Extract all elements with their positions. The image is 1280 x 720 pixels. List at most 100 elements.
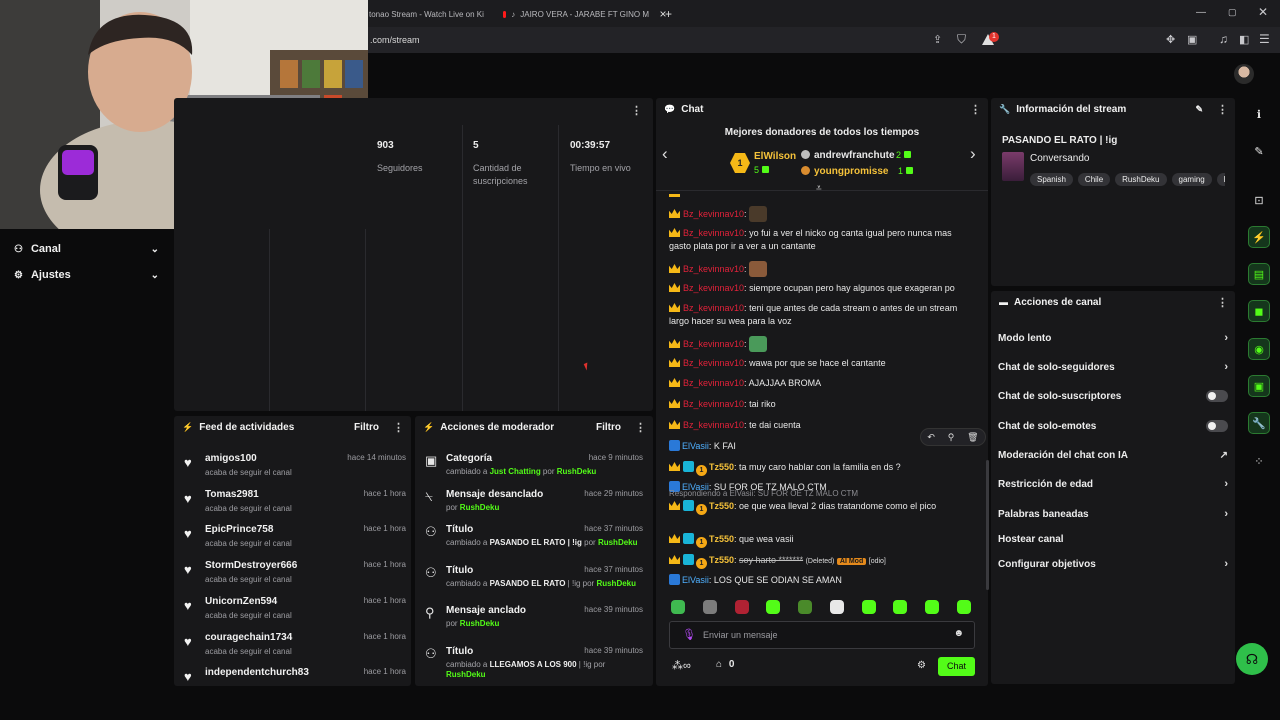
follower-name[interactable]: amigos100	[205, 453, 257, 464]
add-widget-icon[interactable]: ⁘	[1248, 450, 1270, 472]
chat-username[interactable]: Bz_kevinnav10	[683, 228, 744, 238]
follower-name[interactable]: Tomas2981	[205, 489, 259, 500]
chat-username[interactable]: Bz_kevinnav10	[683, 378, 744, 388]
chat-message[interactable]: Bz_kevinnav10: wawa por que se hace el c…	[669, 357, 969, 370]
chat-username[interactable]: Bz_kevinnav10	[683, 303, 744, 313]
chat-message[interactable]: Bz_kevinnav10:	[669, 336, 969, 352]
chat-message[interactable]: 1 Tz550: soy harto ******* (Deleted) AI M…	[669, 554, 969, 569]
chat-username[interactable]: Bz_kevinnav10	[683, 399, 744, 409]
avatar[interactable]	[1234, 64, 1254, 84]
more-options-icon[interactable]: ⋮	[1217, 103, 1228, 116]
chat-message[interactable]: Bz_kevinnav10: AJAJJAA BROMA	[669, 377, 969, 390]
more-options-icon[interactable]: ⋮	[393, 421, 404, 434]
send-chat-button[interactable]: Chat	[938, 657, 975, 676]
moderator-name[interactable]: RushDeku	[460, 619, 500, 628]
sidebar-item-ajustes[interactable]: ⚙ Ajustes ⌄	[14, 266, 159, 284]
channel-action-item[interactable]: Hostear canal	[998, 531, 1228, 547]
chevron-right-icon[interactable]: ›	[970, 144, 976, 164]
pencil-icon[interactable]: ✎	[1195, 104, 1203, 115]
chat-username[interactable]: ElVasii	[682, 441, 709, 451]
emoji-icon[interactable]: ☻	[953, 628, 964, 639]
channel-action-item[interactable]: Modo lento ›	[998, 330, 1228, 346]
dashboard-icon[interactable]: ▣	[1248, 375, 1270, 397]
url-input[interactable]: .com/stream	[370, 35, 420, 45]
chat-username[interactable]: Tz550	[709, 462, 734, 472]
chat-message[interactable]: Bz_kevinnav10: tai riko	[669, 398, 969, 411]
stream-tag[interactable]: RushDeku	[1115, 173, 1167, 186]
wallet-icon[interactable]: ▣	[1187, 33, 1197, 46]
close-window-icon[interactable]: ✕	[1258, 5, 1268, 19]
trash-icon[interactable]: 🗑	[967, 432, 978, 443]
minimize-icon[interactable]: —	[1196, 7, 1206, 18]
pencil-icon[interactable]: ✎	[1248, 140, 1270, 162]
chat-message[interactable]: Bz_kevinnav10: yo fui a ver el nicko og …	[669, 227, 969, 253]
share-icon[interactable]: ⇪	[933, 33, 942, 46]
wrench-icon[interactable]: 🔧	[1248, 412, 1270, 434]
pin-icon[interactable]: ⚲	[948, 432, 955, 443]
more-options-icon[interactable]: ⋮	[635, 421, 646, 434]
menu-icon[interactable]: ☰	[1259, 32, 1270, 46]
browser-tab-stream[interactable]: tonao Stream - Watch Live on Ki	[369, 4, 487, 24]
infinity-icon[interactable]: ⁂∞	[672, 659, 691, 672]
emote-option[interactable]	[861, 600, 876, 614]
chat-message[interactable]: 1 Tz550: que wea vasii	[669, 533, 969, 548]
chat-message[interactable]: Bz_kevinnav10: teni que antes de cada st…	[669, 302, 969, 328]
rewards-icon[interactable]: 1	[981, 32, 999, 48]
channel-action-item[interactable]: Moderación del chat con IA ↗	[998, 447, 1228, 463]
emote-option[interactable]	[956, 600, 971, 614]
stream-tag[interactable]: ki	[1216, 173, 1225, 186]
brave-shield-icon[interactable]: ⛉	[957, 32, 966, 47]
chat-input[interactable]: 🎙 Enviar un mensaje ☻	[669, 621, 975, 649]
support-chat-icon[interactable]: ☊	[1236, 643, 1268, 675]
emote-option[interactable]	[766, 600, 781, 614]
moderator-name[interactable]: RushDeku	[557, 467, 597, 476]
chat-username[interactable]: Bz_kevinnav10	[683, 420, 744, 430]
follower-name[interactable]: independentchurch83	[205, 667, 309, 678]
chevron-left-icon[interactable]: ‹	[662, 144, 668, 164]
stream-tag[interactable]: gaming	[1171, 173, 1212, 186]
focus-icon[interactable]: ⊡	[1248, 189, 1270, 211]
channel-action-item[interactable]: Chat de solo-seguidores ›	[998, 359, 1228, 375]
emote-option[interactable]	[798, 600, 813, 614]
media-icon[interactable]: ♫	[1219, 32, 1228, 46]
chat-username[interactable]: Bz_kevinnav10	[683, 339, 744, 349]
moderator-name[interactable]: RushDeku	[460, 503, 500, 512]
chat-username[interactable]: Tz550	[709, 555, 734, 565]
chat-username[interactable]: Bz_kevinnav10	[683, 264, 744, 274]
toggle-switch[interactable]	[1206, 390, 1228, 402]
chat-message[interactable]: ElVasii: LOS QUE SE ODIAN SE AMAN	[669, 574, 969, 587]
emote-option[interactable]	[893, 600, 908, 614]
filter-button[interactable]: Filtro	[354, 422, 379, 433]
maximize-icon[interactable]: ▢	[1228, 7, 1237, 18]
new-tab-button[interactable]: +	[665, 4, 677, 24]
chat-username[interactable]: Tz550	[709, 501, 734, 511]
emote-option[interactable]	[702, 600, 717, 614]
expand-donors-icon[interactable]: ⩡	[816, 183, 822, 194]
moderator-name[interactable]: RushDeku	[596, 579, 636, 588]
browser-tab-music[interactable]: ♪ JAIRO VERA - JARABE FT GINO M	[503, 4, 649, 24]
chat-scrollbar[interactable]	[986, 460, 989, 590]
points-display[interactable]: ⌂ 0	[716, 659, 734, 670]
extensions-icon[interactable]: ✥	[1166, 33, 1175, 46]
channel-action-item[interactable]: Configurar objetivos ›	[998, 556, 1228, 572]
follower-name[interactable]: StormDestroyer666	[205, 560, 297, 571]
chat-message[interactable]: Bz_kevinnav10:	[669, 206, 969, 222]
channel-action-item[interactable]: Palabras baneadas ›	[998, 506, 1228, 522]
lightning-icon[interactable]: ⚡	[1248, 226, 1270, 248]
follower-name[interactable]: EpicPrince758	[205, 524, 273, 535]
chat-username[interactable]: Tz550	[709, 534, 734, 544]
broadcast-icon[interactable]: ◉	[1248, 338, 1270, 360]
moderator-name[interactable]: RushDeku	[446, 670, 486, 679]
document-icon[interactable]: ▤	[1248, 263, 1270, 285]
chat-username[interactable]: ElVasii	[682, 575, 709, 585]
info-icon[interactable]: ℹ	[1248, 103, 1270, 125]
emote-option[interactable]	[734, 600, 749, 614]
chat-message[interactable]: Bz_kevinnav10: siempre ocupan pero hay a…	[669, 282, 969, 295]
channel-action-item[interactable]: Chat de solo-suscriptores	[998, 388, 1228, 404]
channel-action-item[interactable]: Restricción de edad ›	[998, 476, 1228, 492]
more-options-icon[interactable]: ⋮	[970, 103, 981, 116]
chat-message[interactable]: Bz_kevinnav10:	[669, 261, 969, 277]
channel-action-item[interactable]: Chat de solo-emotes	[998, 418, 1228, 434]
emote-option[interactable]	[829, 600, 844, 614]
chat-settings-icon[interactable]: ⚙	[917, 660, 926, 671]
